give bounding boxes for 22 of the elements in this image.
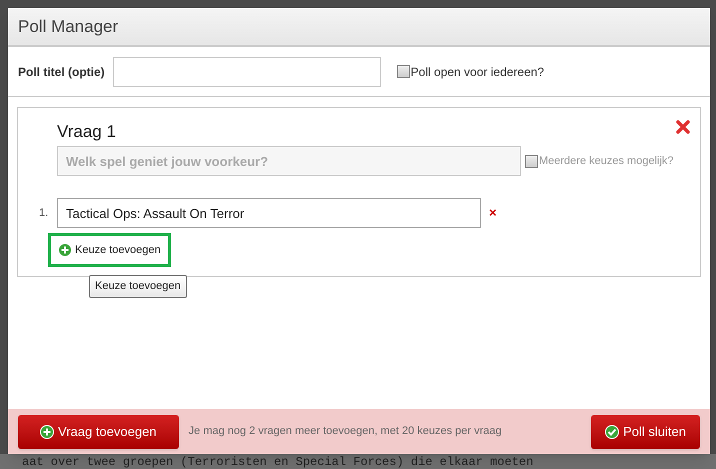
checkbox[interactable] — [396, 65, 410, 78]
checkbox-label: Meerdere keuzes mogelijk? — [539, 154, 674, 169]
check-icon — [605, 424, 620, 438]
dialog-title: Poll Manager — [18, 16, 118, 38]
question-heading: Vraag 1 — [57, 121, 116, 143]
question-field[interactable]: Welk spel geniet jouw voorkeur? — [57, 146, 521, 176]
field-label: Poll titel (optie) — [18, 64, 105, 80]
close-poll-button[interactable]: Poll sluiten — [591, 414, 700, 448]
footer-note: Je mag nog 2 vragen meer toevoegen, met 20 keuzes per vraag — [188, 424, 502, 440]
title-field[interactable] — [112, 56, 381, 86]
delete-icon[interactable] — [676, 120, 690, 134]
tooltip: Keuze toevoegen — [89, 275, 187, 298]
add-choice-button[interactable]: Keuze toevoegen — [48, 233, 171, 267]
remove-choice-button[interactable]: × — [489, 203, 497, 223]
choice-number: 1. — [39, 206, 49, 221]
background-text: aat over twee groepen (Terroristen en Special Forces) die elkaar moeten — [22, 454, 534, 468]
plus-icon — [40, 424, 54, 438]
checkbox[interactable] — [525, 154, 538, 168]
choice-field[interactable]: Tactical Ops: Assault On Terror — [57, 198, 481, 228]
checkbox-label: Poll open voor iedereen? — [410, 64, 544, 80]
add-question-button[interactable]: Vraag toevoegen — [18, 414, 179, 448]
plus-icon — [58, 243, 72, 257]
